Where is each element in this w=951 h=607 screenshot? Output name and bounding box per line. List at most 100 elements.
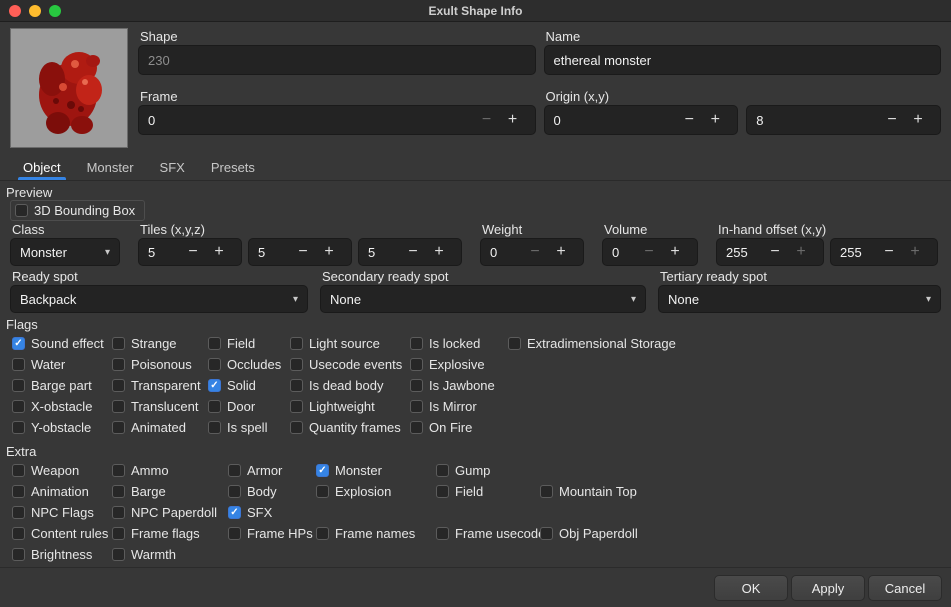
flag-checkbox-y-obstacle[interactable]: Y-obstacle: [12, 420, 112, 435]
flag-checkbox-quantity-frames[interactable]: Quantity frames: [290, 420, 410, 435]
flag-checkbox-door[interactable]: Door: [208, 399, 290, 414]
origin-x-spinner[interactable]: 0 − +: [544, 105, 739, 135]
frame-increment-button[interactable]: +: [500, 106, 526, 134]
flag-checkbox-barge-part[interactable]: Barge part: [12, 378, 112, 393]
extra-checkbox-obj-paperdoll[interactable]: Obj Paperdoll: [540, 526, 939, 541]
ok-button[interactable]: OK: [714, 575, 788, 601]
extra-checkbox-monster[interactable]: ✓Monster: [316, 463, 436, 478]
tiles-x-decrement-button[interactable]: −: [180, 239, 206, 265]
origin-y-decrement-button[interactable]: −: [879, 106, 905, 134]
extra-checkbox-npc-flags[interactable]: NPC Flags: [12, 505, 112, 520]
extra-checkbox-barge[interactable]: Barge: [112, 484, 228, 499]
flag-checkbox-usecode-events[interactable]: Usecode events: [290, 357, 410, 372]
flag-checkbox-poisonous[interactable]: Poisonous: [112, 357, 208, 372]
extra-checkbox-npc-paperdoll[interactable]: NPC Paperdoll: [112, 505, 228, 520]
tiles-x-increment-button[interactable]: +: [206, 239, 232, 265]
extra-checkbox-field[interactable]: Field: [436, 484, 540, 499]
extra-checkbox-frame-usecode[interactable]: Frame usecode: [436, 526, 540, 541]
inhand-y-decrement-button[interactable]: −: [876, 239, 902, 265]
class-dropdown[interactable]: Monster ▾: [10, 238, 120, 266]
flag-checkbox-solid[interactable]: ✓Solid: [208, 378, 290, 393]
flag-checkbox-strange[interactable]: Strange: [112, 336, 208, 351]
flag-checkbox-explosive[interactable]: Explosive: [410, 357, 508, 372]
extra-checkbox-sfx[interactable]: ✓SFX: [228, 505, 316, 520]
flag-checkbox-translucent[interactable]: Translucent: [112, 399, 208, 414]
checkbox-label: X-obstacle: [31, 399, 92, 414]
extra-checkbox-gump[interactable]: Gump: [436, 463, 540, 478]
flag-checkbox-light-source[interactable]: Light source: [290, 336, 410, 351]
ready-spot-label: Ready spot: [10, 268, 308, 285]
origin-x-increment-button[interactable]: +: [702, 106, 728, 134]
tiles-z-spinner[interactable]: 5 − +: [358, 238, 462, 266]
flag-checkbox-on-fire[interactable]: On Fire: [410, 420, 508, 435]
close-window-button[interactable]: [9, 5, 21, 17]
weight-increment-button[interactable]: +: [548, 239, 574, 265]
extra-checkbox-frame-hps[interactable]: Frame HPs: [228, 526, 316, 541]
flag-checkbox-extradimensional-storage[interactable]: Extradimensional Storage: [508, 336, 939, 351]
extra-checkbox-body[interactable]: Body: [228, 484, 316, 499]
extra-checkbox-frame-flags[interactable]: Frame flags: [112, 526, 228, 541]
bounding-box-checkbox[interactable]: 3D Bounding Box: [15, 203, 135, 218]
flag-checkbox-sound-effect[interactable]: ✓Sound effect: [12, 336, 112, 351]
origin-y-spinner[interactable]: 8 − +: [746, 105, 941, 135]
tab-object[interactable]: Object: [10, 154, 74, 180]
tiles-x-spinner[interactable]: 5 − +: [138, 238, 242, 266]
tab-monster[interactable]: Monster: [74, 154, 147, 180]
secondary-ready-spot-dropdown[interactable]: None ▾: [320, 285, 646, 313]
inhand-x-spinner[interactable]: 255 − +: [716, 238, 824, 266]
extra-checkbox-armor[interactable]: Armor: [228, 463, 316, 478]
extra-checkbox-explosion[interactable]: Explosion: [316, 484, 436, 499]
flag-checkbox-lightweight[interactable]: Lightweight: [290, 399, 410, 414]
volume-decrement-button[interactable]: −: [636, 239, 662, 265]
tiles-z-decrement-button[interactable]: −: [400, 239, 426, 265]
extra-checkbox-content-rules[interactable]: Content rules: [12, 526, 112, 541]
flag-checkbox-is-jawbone[interactable]: Is Jawbone: [410, 378, 508, 393]
tiles-z-increment-button[interactable]: +: [426, 239, 452, 265]
weight-spinner[interactable]: 0 − +: [480, 238, 584, 266]
tab-presets[interactable]: Presets: [198, 154, 268, 180]
window-title: Exult Shape Info: [428, 4, 522, 18]
extra-checkbox-frame-names[interactable]: Frame names: [316, 526, 436, 541]
apply-button[interactable]: Apply: [791, 575, 865, 601]
tiles-y-increment-button[interactable]: +: [316, 239, 342, 265]
extra-checkbox-weapon[interactable]: Weapon: [12, 463, 112, 478]
tab-sfx[interactable]: SFX: [147, 154, 198, 180]
zoom-window-button[interactable]: [49, 5, 61, 17]
origin-x-decrement-button[interactable]: −: [676, 106, 702, 134]
flag-checkbox-field[interactable]: Field: [208, 336, 290, 351]
inhand-x-increment-button[interactable]: +: [788, 239, 814, 265]
flag-checkbox-x-obstacle[interactable]: X-obstacle: [12, 399, 112, 414]
minimize-window-button[interactable]: [29, 5, 41, 17]
flag-checkbox-is-dead-body[interactable]: Is dead body: [290, 378, 410, 393]
origin-y-increment-button[interactable]: +: [905, 106, 931, 134]
extra-checkbox-ammo[interactable]: Ammo: [112, 463, 228, 478]
footer: OK Apply Cancel: [0, 567, 951, 607]
extra-checkbox-warmth[interactable]: Warmth: [112, 547, 228, 562]
flag-checkbox-is-mirror[interactable]: Is Mirror: [410, 399, 508, 414]
tiles-y-decrement-button[interactable]: −: [290, 239, 316, 265]
volume-spinner[interactable]: 0 − +: [602, 238, 698, 266]
flag-checkbox-occludes[interactable]: Occludes: [208, 357, 290, 372]
weight-decrement-button[interactable]: −: [522, 239, 548, 265]
volume-increment-button[interactable]: +: [662, 239, 688, 265]
flag-checkbox-animated[interactable]: Animated: [112, 420, 208, 435]
name-input[interactable]: ethereal monster: [544, 45, 942, 75]
cancel-button[interactable]: Cancel: [868, 575, 942, 601]
tertiary-ready-spot-dropdown[interactable]: None ▾: [658, 285, 941, 313]
flag-checkbox-water[interactable]: Water: [12, 357, 112, 372]
extra-checkbox-animation[interactable]: Animation: [12, 484, 112, 499]
checkbox-icon: [12, 358, 25, 371]
inhand-x-decrement-button[interactable]: −: [762, 239, 788, 265]
tiles-y-spinner[interactable]: 5 − +: [248, 238, 352, 266]
extra-checkbox-brightness[interactable]: Brightness: [12, 547, 112, 562]
ready-spot-dropdown[interactable]: Backpack ▾: [10, 285, 308, 313]
flag-checkbox-is-spell[interactable]: Is spell: [208, 420, 290, 435]
extra-checkbox-mountain-top[interactable]: Mountain Top: [540, 484, 939, 499]
inhand-y-increment-button[interactable]: +: [902, 239, 928, 265]
frame-spinner[interactable]: 0 − +: [138, 105, 536, 135]
traffic-lights: [9, 5, 61, 17]
inhand-y-spinner[interactable]: 255 − +: [830, 238, 938, 266]
frame-decrement-button[interactable]: −: [474, 106, 500, 134]
flag-checkbox-transparent[interactable]: Transparent: [112, 378, 208, 393]
flag-checkbox-is-locked[interactable]: Is locked: [410, 336, 508, 351]
